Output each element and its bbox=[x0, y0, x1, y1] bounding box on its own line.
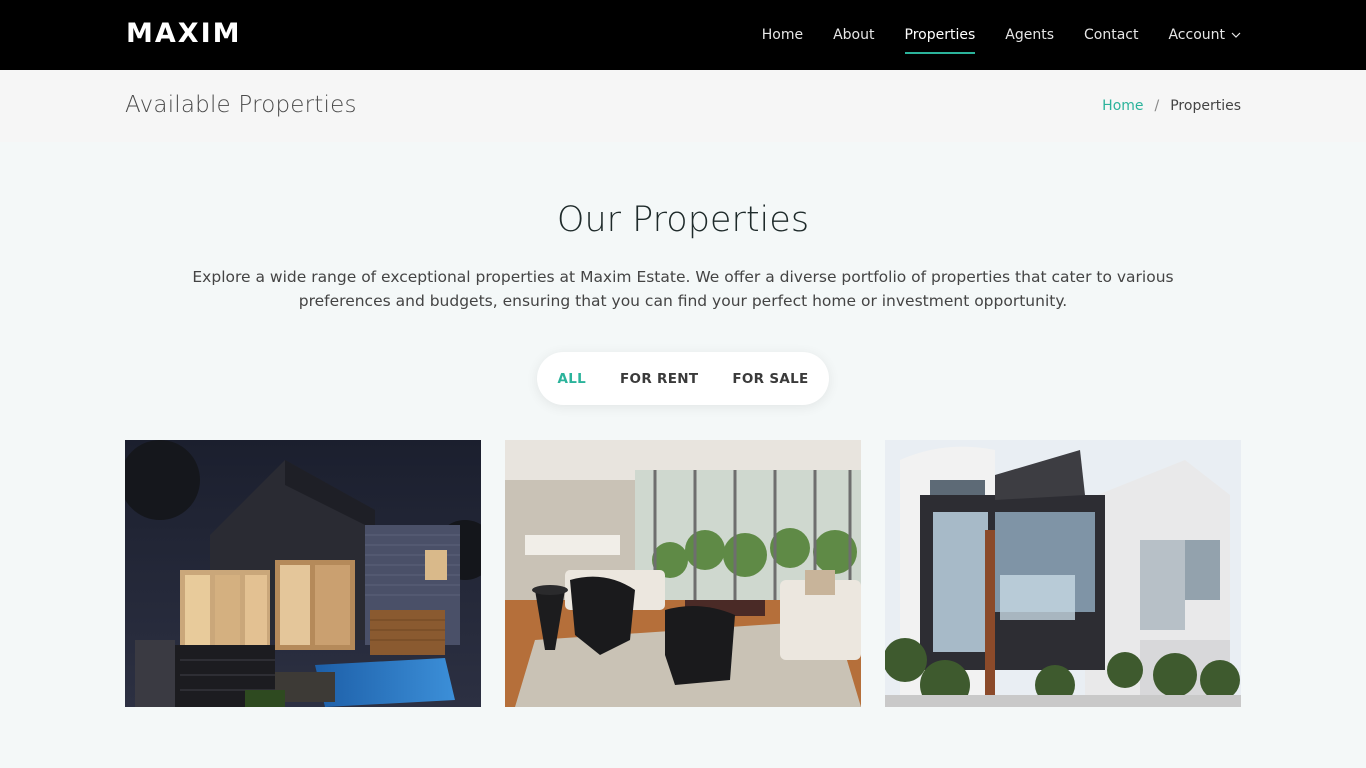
nav-item-about[interactable]: About bbox=[833, 0, 874, 70]
section-title: Our Properties bbox=[556, 200, 810, 240]
nav-item-label: Agents bbox=[1005, 27, 1054, 43]
filter-for-sale[interactable]: FOR SALE bbox=[732, 371, 808, 387]
breadcrumb: Home / Properties bbox=[1102, 98, 1241, 114]
nav-item-label: About bbox=[833, 27, 875, 43]
nav-item-home[interactable]: Home bbox=[762, 0, 803, 70]
breadcrumb-home-link[interactable]: Home bbox=[1102, 98, 1143, 114]
top-navbar: MAXIM Home About Properties Agents Conta… bbox=[0, 0, 1366, 70]
nav-item-label: Properties bbox=[904, 27, 976, 43]
property-card-image[interactable] bbox=[885, 440, 1241, 707]
property-photo-night-house bbox=[125, 440, 481, 707]
breadcrumb-current: Properties bbox=[1170, 98, 1241, 114]
nav-item-label: Contact bbox=[1084, 27, 1139, 43]
property-card-image[interactable] bbox=[125, 440, 481, 707]
property-card-image[interactable] bbox=[505, 440, 861, 707]
property-filter-group: ALL FOR RENT FOR SALE bbox=[537, 352, 829, 405]
nav-item-properties[interactable]: Properties bbox=[904, 0, 976, 70]
property-photo-living-room bbox=[505, 440, 861, 707]
nav-item-agents[interactable]: Agents bbox=[1005, 0, 1054, 70]
main-nav: Home About Properties Agents Contact Acc… bbox=[732, 0, 1241, 70]
breadcrumb-separator: / bbox=[1154, 98, 1160, 114]
nav-item-label: Home bbox=[761, 27, 804, 43]
brand-logo[interactable]: MAXIM bbox=[126, 18, 242, 49]
nav-item-label: Account bbox=[1168, 27, 1225, 43]
nav-item-contact[interactable]: Contact bbox=[1084, 0, 1138, 70]
chevron-down-icon bbox=[1231, 32, 1241, 38]
filter-all[interactable]: ALL bbox=[557, 371, 586, 387]
page-title-bar: Available Properties Home / Properties bbox=[0, 70, 1366, 142]
section-description: Explore a wide range of exceptional prop… bbox=[192, 268, 1174, 310]
filter-for-rent[interactable]: FOR RENT bbox=[620, 371, 698, 387]
property-photo-modern-house bbox=[885, 440, 1241, 707]
nav-item-account-dropdown[interactable]: Account bbox=[1168, 0, 1241, 70]
page-title: Available Properties bbox=[125, 92, 357, 118]
